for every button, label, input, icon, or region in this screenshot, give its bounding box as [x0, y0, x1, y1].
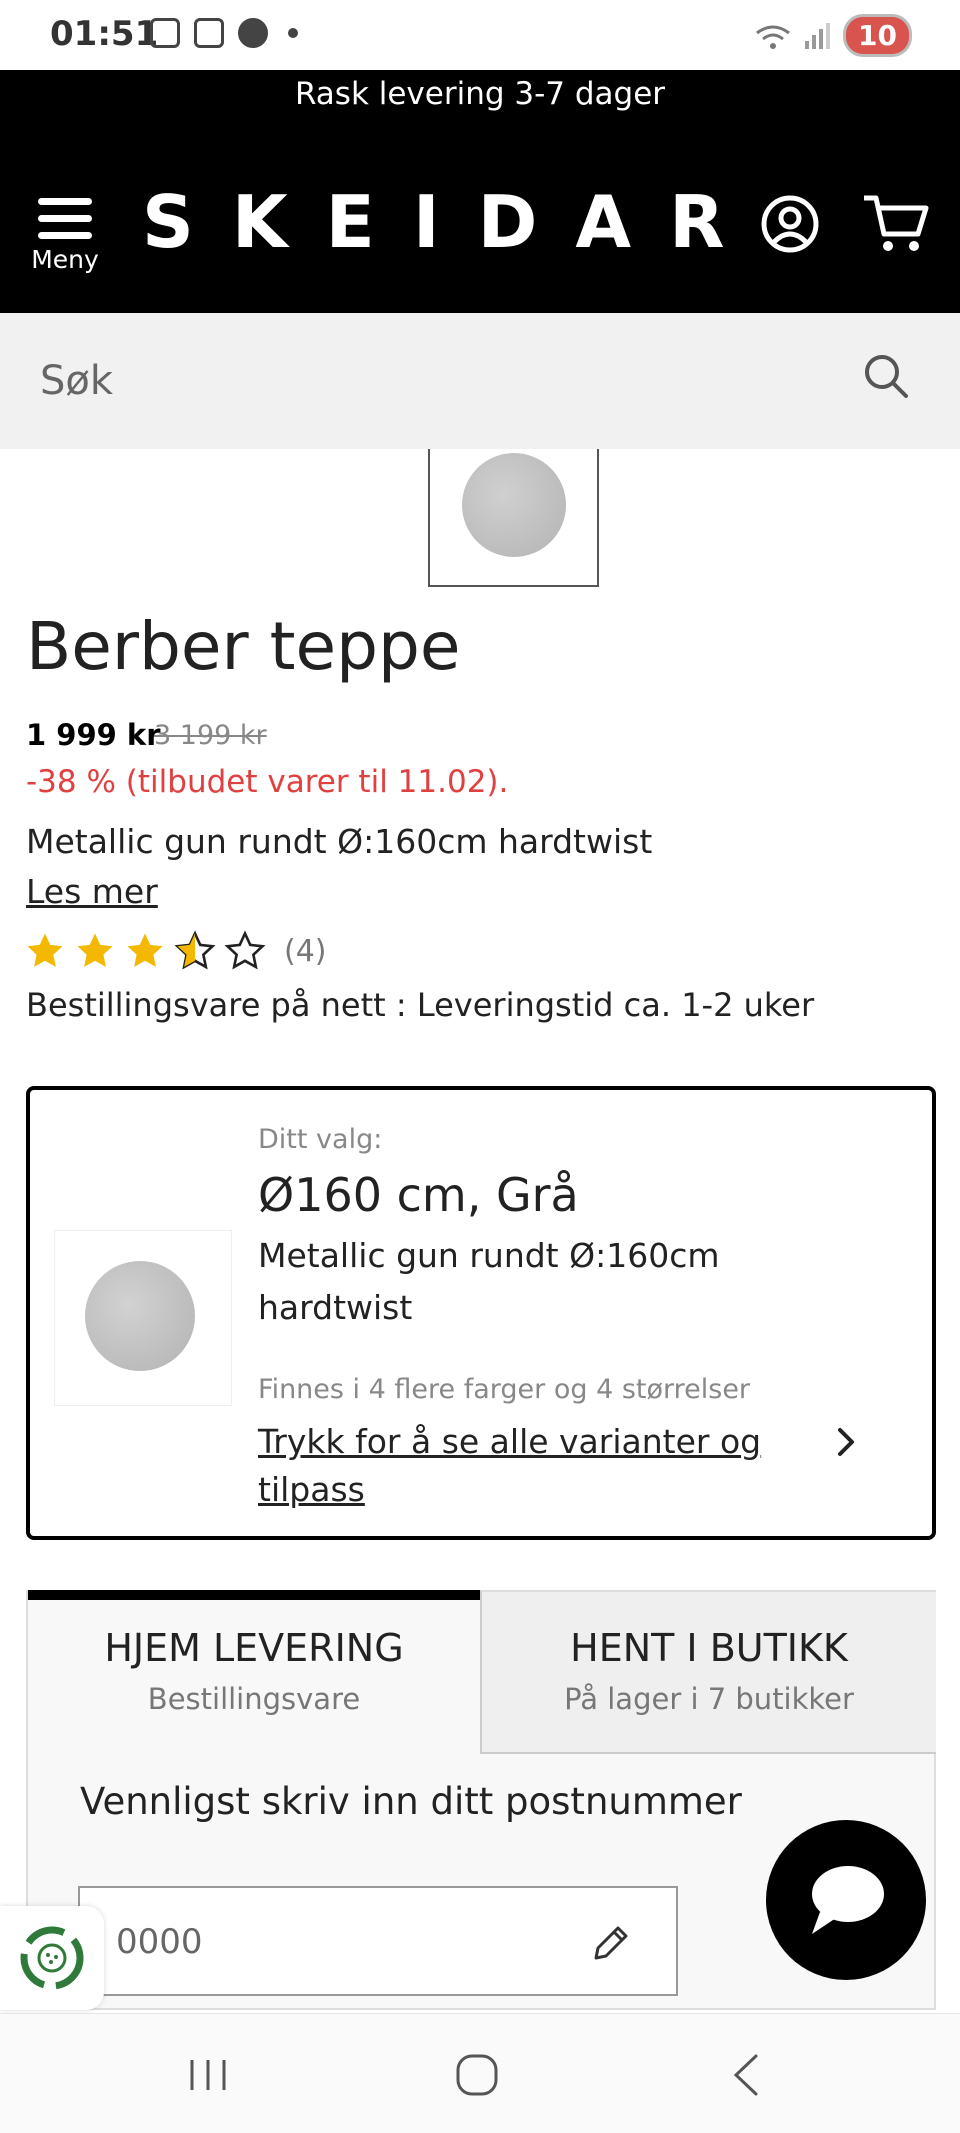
- cart-icon[interactable]: [862, 192, 930, 256]
- eco-badge[interactable]: [0, 1906, 104, 2010]
- wifi-icon: [756, 25, 790, 49]
- site-header: Meny SKEIDAR: [0, 130, 960, 313]
- promo-banner: Rask levering 3-7 dager: [0, 70, 960, 130]
- status-bar: 01:51 10: [0, 0, 960, 70]
- menu-button[interactable]: Meny: [30, 198, 100, 274]
- menu-icon: [30, 198, 100, 239]
- product-price: 1 999 kr: [26, 718, 161, 752]
- alert-icon: [194, 18, 224, 48]
- dot-icon: [288, 28, 298, 38]
- star-full-icon: [27, 933, 63, 967]
- tab-title: HJEM LEVERING: [104, 1626, 404, 1670]
- recents-icon[interactable]: [186, 2056, 232, 2094]
- home-icon[interactable]: [454, 2052, 500, 2098]
- variant-label: Ditt valg:: [258, 1124, 383, 1155]
- postal-code-label: Vennligst skriv inn ditt postnummer: [80, 1780, 742, 1823]
- variant-description: Metallic gun rundt Ø:160cm hardtwist: [258, 1236, 720, 1327]
- status-notification-icons: [150, 18, 298, 48]
- search-icon[interactable]: [862, 352, 910, 400]
- message-icon: [238, 18, 268, 48]
- read-more-link[interactable]: Les mer: [26, 872, 158, 911]
- tab-subtitle: På lager i 7 butikker: [564, 1682, 854, 1716]
- variant-choice: Ø160 cm, Grå: [258, 1168, 579, 1222]
- brand-logo[interactable]: SKEIDAR: [142, 180, 763, 264]
- tab-store-pickup[interactable]: HENT I BUTIKK På lager i 7 butikker: [480, 1590, 936, 1754]
- tab-home-delivery[interactable]: HJEM LEVERING Bestillingsvare: [28, 1590, 480, 1754]
- system-nav-bar: [0, 2013, 960, 2133]
- tab-subtitle: Bestillingsvare: [147, 1682, 361, 1716]
- tab-title: HENT I BUTIKK: [570, 1626, 848, 1670]
- account-icon[interactable]: [760, 194, 820, 254]
- product-thumbnail[interactable]: [428, 449, 599, 587]
- star-full-icon: [127, 933, 163, 967]
- rug-image: [85, 1261, 195, 1371]
- product-description: Metallic gun rundt Ø:160cm hardtwist: [26, 822, 653, 861]
- star-empty-icon: [224, 930, 266, 970]
- variants-link[interactable]: Trykk for å se alle varianter og tilpass: [258, 1418, 818, 1514]
- pencil-icon[interactable]: [588, 1920, 634, 1966]
- screenshot-icon: [150, 18, 180, 48]
- discount-text: -38 % (tilbudet varer til 11.02).: [26, 764, 509, 800]
- chat-button[interactable]: [766, 1820, 926, 1980]
- chevron-right-icon: [838, 1428, 854, 1456]
- star-full-icon: [77, 933, 113, 967]
- variant-count-text: Finnes i 4 flere farger og 4 størrelser: [258, 1374, 751, 1405]
- postal-code-input[interactable]: [116, 1914, 556, 1970]
- search-bar: [0, 313, 960, 449]
- rating-count: (4): [284, 933, 327, 969]
- star-half-icon: [174, 930, 216, 970]
- product-title: Berber teppe: [26, 608, 461, 685]
- postal-code-field[interactable]: [78, 1886, 678, 1996]
- rug-image: [462, 453, 566, 557]
- variant-selector-card[interactable]: Ditt valg: Ø160 cm, Grå Metallic gun run…: [26, 1086, 936, 1540]
- menu-label: Meny: [31, 245, 99, 274]
- battery-indicator: 10: [843, 14, 912, 57]
- signal-icon: [805, 22, 831, 49]
- variant-image: [54, 1230, 232, 1406]
- status-time: 01:51: [50, 14, 159, 54]
- availability-text: Bestillingsvare på nett : Leveringstid c…: [26, 986, 815, 1024]
- search-input[interactable]: [40, 351, 820, 411]
- status-system-icons: 10: [753, 14, 912, 57]
- product-rating[interactable]: (4): [24, 930, 327, 972]
- product-old-price: 3 199 kr: [154, 720, 267, 751]
- recycle-icon: [20, 1926, 84, 1990]
- chat-bubble-icon: [812, 1866, 884, 1934]
- back-icon[interactable]: [728, 2052, 764, 2098]
